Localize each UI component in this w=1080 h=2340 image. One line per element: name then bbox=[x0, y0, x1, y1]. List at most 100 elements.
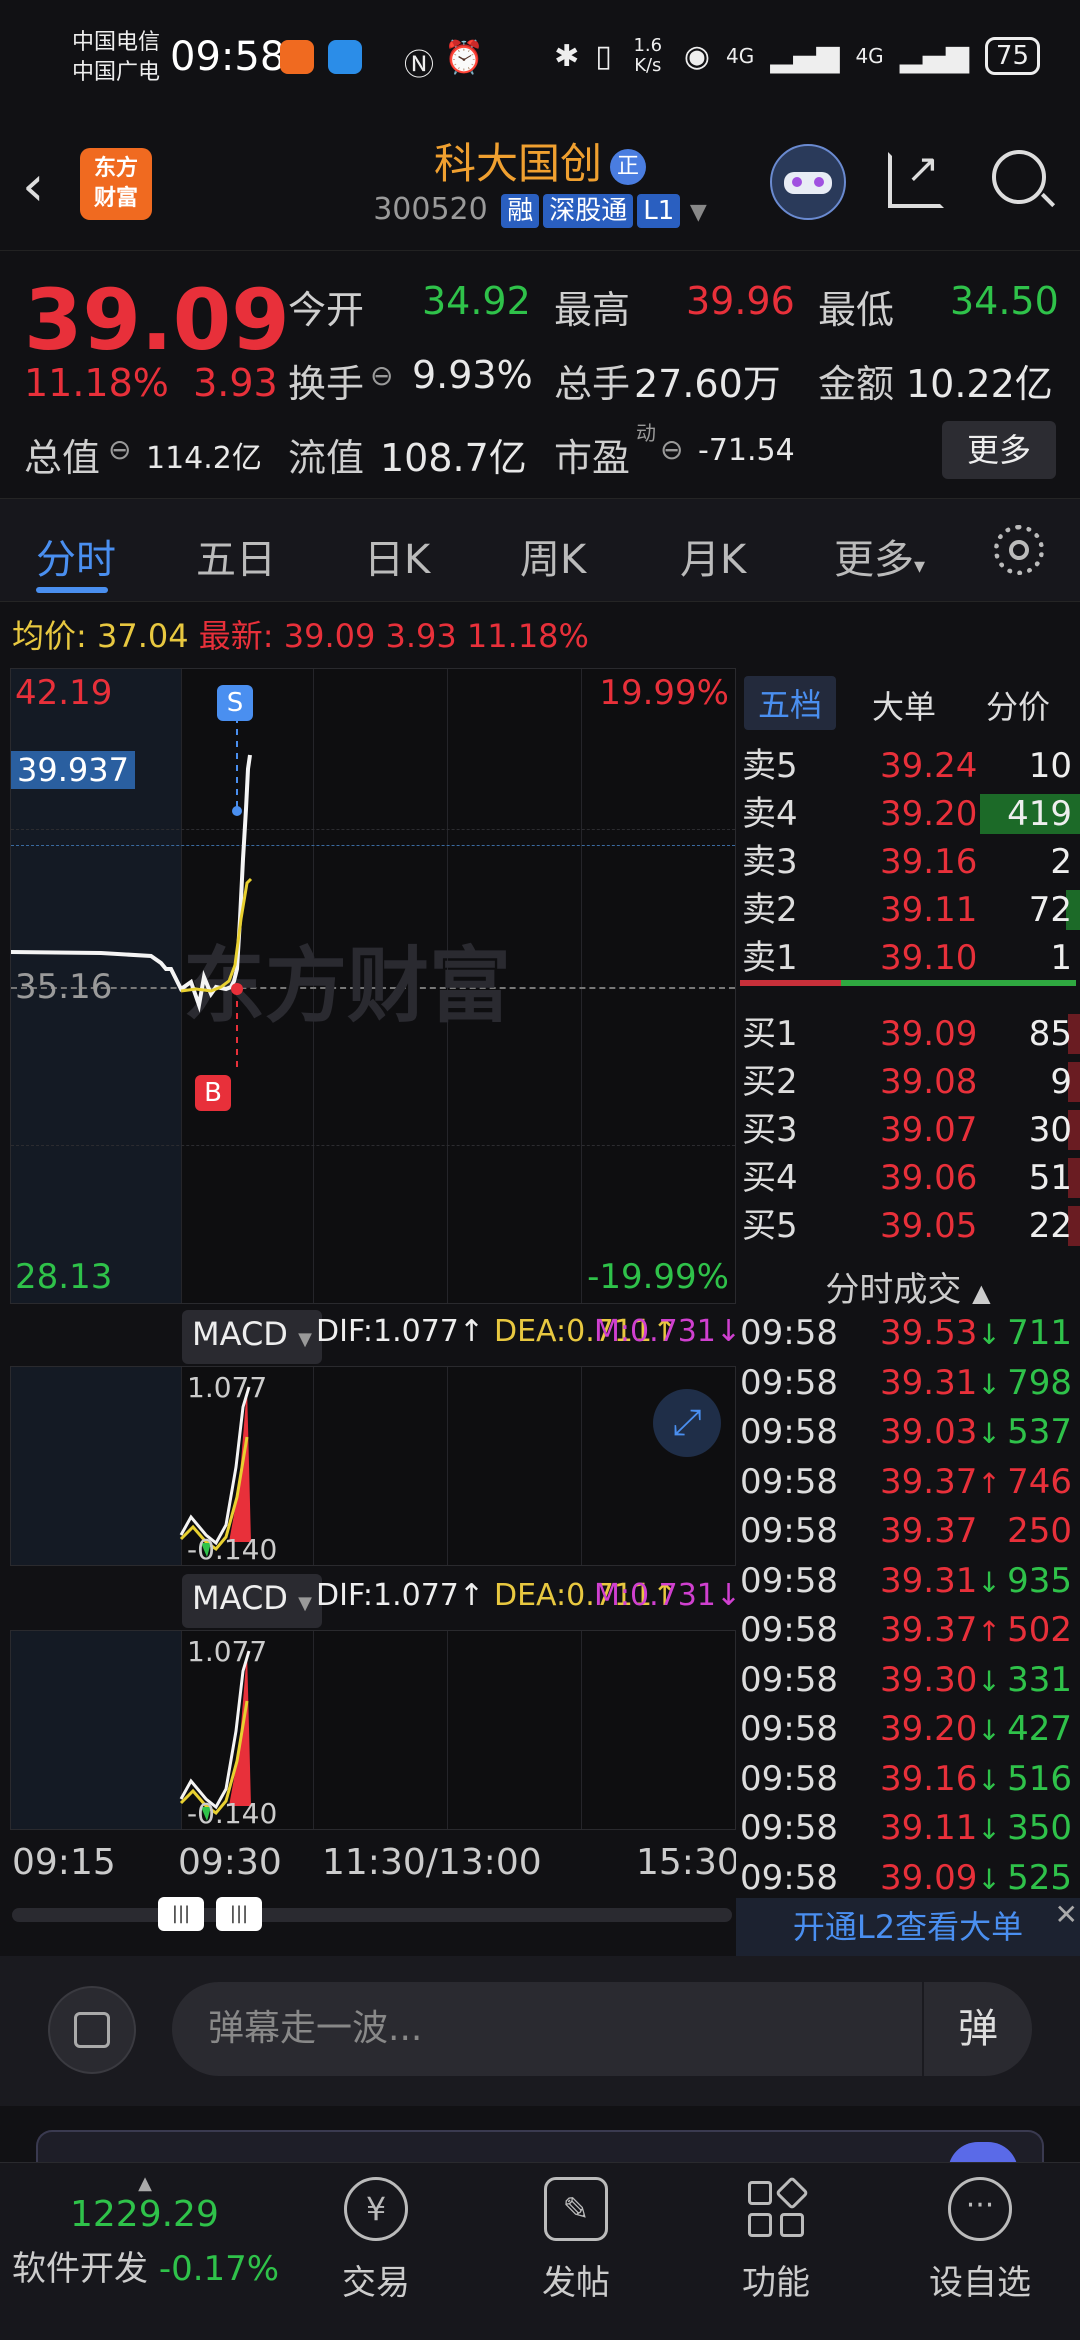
buy-marker[interactable]: B bbox=[195, 1075, 231, 1111]
trade-price: 39.30↓ bbox=[880, 1659, 1001, 1700]
nav-trade-label: 交易 bbox=[342, 2263, 410, 2303]
carrier-labels: 中国电信 中国广电 bbox=[72, 28, 160, 88]
trade-volume: 516 bbox=[1007, 1758, 1072, 1799]
bid-row-4[interactable]: 买4 39.06 51 bbox=[736, 1154, 1080, 1202]
ask-price: 39.10 bbox=[880, 938, 978, 978]
bid-label: 买1 bbox=[742, 1014, 798, 1054]
danmaku-toggle-button[interactable]: 弹 bbox=[922, 1982, 1032, 2076]
ask-row-4[interactable]: 卖4 39.20 419 bbox=[736, 790, 1080, 838]
macd-chart-2[interactable]: 1.077 -0.140 bbox=[10, 1630, 736, 1830]
trade-time: 09:58 bbox=[740, 1511, 838, 1551]
ask-row-1[interactable]: 卖1 39.10 1 bbox=[736, 934, 1080, 982]
trade-volume: 331 bbox=[1007, 1659, 1072, 1700]
expand-icon[interactable]: ⤢ bbox=[653, 1389, 721, 1457]
amount-label: 金额 bbox=[818, 362, 895, 406]
chart-tabs: 分时 五日 日K 周K 月K 更多▾ bbox=[0, 498, 1080, 602]
chart-scrollbar[interactable]: ||| ||| bbox=[12, 1897, 732, 1931]
trade-volume: 350 bbox=[1007, 1808, 1072, 1848]
ask-volume: 10 bbox=[1028, 746, 1072, 786]
status-bar: 中国电信 中国广电 09:58 Ⓝ ⏰ ✱ ▯ 1.6 K/s ◉ 4G ▂▄▆… bbox=[0, 0, 1080, 120]
nav-add-watchlist-label: 设自选 bbox=[929, 2263, 1031, 2303]
intraday-chart[interactable]: 东方财富 S B 42.19 19.99% 39.937 35.16 28.13… bbox=[10, 668, 736, 1304]
ask-row-3[interactable]: 卖3 39.16 2 bbox=[736, 838, 1080, 886]
close-banner-icon[interactable]: ✕ bbox=[1055, 1898, 1078, 1931]
tab-five-day[interactable]: 五日 bbox=[196, 527, 276, 585]
book-tab-large-orders[interactable]: 大单 bbox=[872, 682, 936, 728]
ask-row-2[interactable]: 卖2 39.11 72 bbox=[736, 886, 1080, 934]
sector-index-value: 1229.29 bbox=[70, 2194, 219, 2235]
info-icon[interactable]: ⊖ bbox=[370, 359, 393, 392]
pe-info-icon[interactable]: ⊖ bbox=[660, 433, 683, 466]
status-time: 09:58 bbox=[170, 34, 286, 80]
trade-row: 09:58 39.37 250 bbox=[736, 1506, 1080, 1556]
mktcap-info-icon[interactable]: ⊖ bbox=[108, 433, 131, 466]
share-icon[interactable]: ↗ bbox=[888, 146, 944, 208]
macd-svg-1 bbox=[179, 1386, 251, 1557]
trade-time: 09:58 bbox=[740, 1857, 838, 1898]
trade-time: 09:58 bbox=[740, 1610, 838, 1650]
status-icons: ✱ ▯ 1.6 K/s ◉ 4G ▂▄▆ 4G ▂▄▆ 75 bbox=[554, 36, 1040, 76]
bid-price: 39.06 bbox=[880, 1158, 978, 1198]
nav-functions[interactable]: 功能 bbox=[696, 2176, 856, 2304]
book-tabs: 五档 大单 分价 bbox=[736, 666, 1080, 736]
search-icon[interactable] bbox=[992, 150, 1056, 208]
robot-assistant-icon[interactable] bbox=[770, 144, 846, 220]
nav-add-watchlist[interactable]: ··· 设自选 bbox=[900, 2177, 1060, 2304]
settings-gear-icon[interactable] bbox=[994, 525, 1044, 575]
macd-label-1: MACD bbox=[192, 1315, 288, 1353]
stock-header: ‹ 东方 财富 科大国创正 300520 融深股通 L1 ▼ ↗ bbox=[0, 120, 1080, 250]
macd-selector-1[interactable]: MACD ▼ bbox=[182, 1310, 322, 1364]
trades-title[interactable]: 分时成交 ▲ bbox=[736, 1262, 1080, 1311]
book-tab-price-split[interactable]: 分价 bbox=[986, 682, 1050, 728]
bid-row-3[interactable]: 买3 39.07 30 bbox=[736, 1106, 1080, 1154]
volume-value: 27.60万 bbox=[634, 362, 781, 406]
trade-row: 09:58 39.37↑ 502 bbox=[736, 1605, 1080, 1655]
macd-svg-2 bbox=[179, 1650, 251, 1821]
bid-price: 39.07 bbox=[880, 1110, 978, 1150]
l2-upgrade-banner[interactable]: 开通L2查看大单 bbox=[736, 1898, 1080, 1956]
latest-label: 最新: bbox=[198, 617, 274, 655]
trade-price: 39.20↓ bbox=[880, 1709, 1001, 1749]
tab-more[interactable]: 更多▾ bbox=[834, 527, 925, 585]
trade-volume: 711 bbox=[1007, 1313, 1072, 1353]
bid-row-2[interactable]: 买2 39.08 9 bbox=[736, 1058, 1080, 1106]
tab-more-caret-icon: ▾ bbox=[914, 554, 926, 579]
sector-index[interactable]: ▲ 1229.29 软件开发 -0.17% bbox=[0, 2173, 290, 2290]
trade-time: 09:58 bbox=[740, 1709, 838, 1749]
trade-row: 09:58 39.30↓ 331 bbox=[736, 1655, 1080, 1705]
y-top-label: 42.19 bbox=[15, 673, 113, 713]
ask-row-5[interactable]: 卖5 39.24 10 bbox=[736, 742, 1080, 790]
book-tab-five-level[interactable]: 五档 bbox=[744, 676, 837, 730]
sell-marker[interactable]: S bbox=[217, 685, 253, 721]
y-mid-label: 35.16 bbox=[15, 967, 113, 1007]
change-percent: 11.18% bbox=[24, 361, 169, 405]
trade-price: 39.37 bbox=[880, 1511, 978, 1551]
macd-top-2: 1.077 bbox=[187, 1635, 268, 1668]
bid-row-1[interactable]: 买1 39.09 85 bbox=[736, 1010, 1080, 1058]
bid-row-5[interactable]: 买5 39.05 22 bbox=[736, 1202, 1080, 1250]
comment-list-button[interactable] bbox=[48, 1986, 136, 2074]
scroll-handle-right[interactable]: ||| bbox=[216, 1897, 262, 1931]
macd-caret-icon-1: ▼ bbox=[298, 1329, 312, 1350]
high-value: 39.96 bbox=[686, 279, 795, 323]
open-label: 今开 bbox=[288, 288, 365, 332]
tab-monthly-k[interactable]: 月K bbox=[680, 527, 746, 585]
macd-m-1: M:0.731↓ bbox=[594, 1314, 742, 1349]
tab-daily-k[interactable]: 日K bbox=[364, 527, 430, 585]
tab-weekly-k[interactable]: 周K bbox=[520, 527, 586, 585]
trades-collapse-icon: ▲ bbox=[972, 1279, 991, 1307]
danmaku-input[interactable]: 弹幕走一波... 弹 bbox=[172, 1982, 1032, 2076]
more-button[interactable]: 更多 bbox=[942, 421, 1056, 479]
macd-chart-1[interactable]: 1.077 -0.140 ⤢ bbox=[10, 1366, 736, 1566]
tab-intraday[interactable]: 分时 bbox=[36, 527, 116, 585]
bid-label: 买3 bbox=[742, 1110, 798, 1150]
nav-trade[interactable]: ¥ 交易 bbox=[296, 2177, 456, 2304]
stock-name: 科大国创 bbox=[433, 139, 602, 188]
macd-selector-2[interactable]: MACD ▼ bbox=[182, 1574, 322, 1628]
latest-change: 3.93 bbox=[385, 617, 457, 655]
macd-header-1: MACD ▼ DIF:1.077↑ DEA:0.711↑ M:0.731↓ bbox=[10, 1306, 741, 1364]
bid-volume: 22 bbox=[1028, 1206, 1072, 1246]
nav-post[interactable]: ✎ 发帖 bbox=[496, 2177, 656, 2304]
trade-price: 39.53↓ bbox=[880, 1313, 1001, 1353]
scroll-handle-left[interactable]: ||| bbox=[158, 1897, 204, 1931]
